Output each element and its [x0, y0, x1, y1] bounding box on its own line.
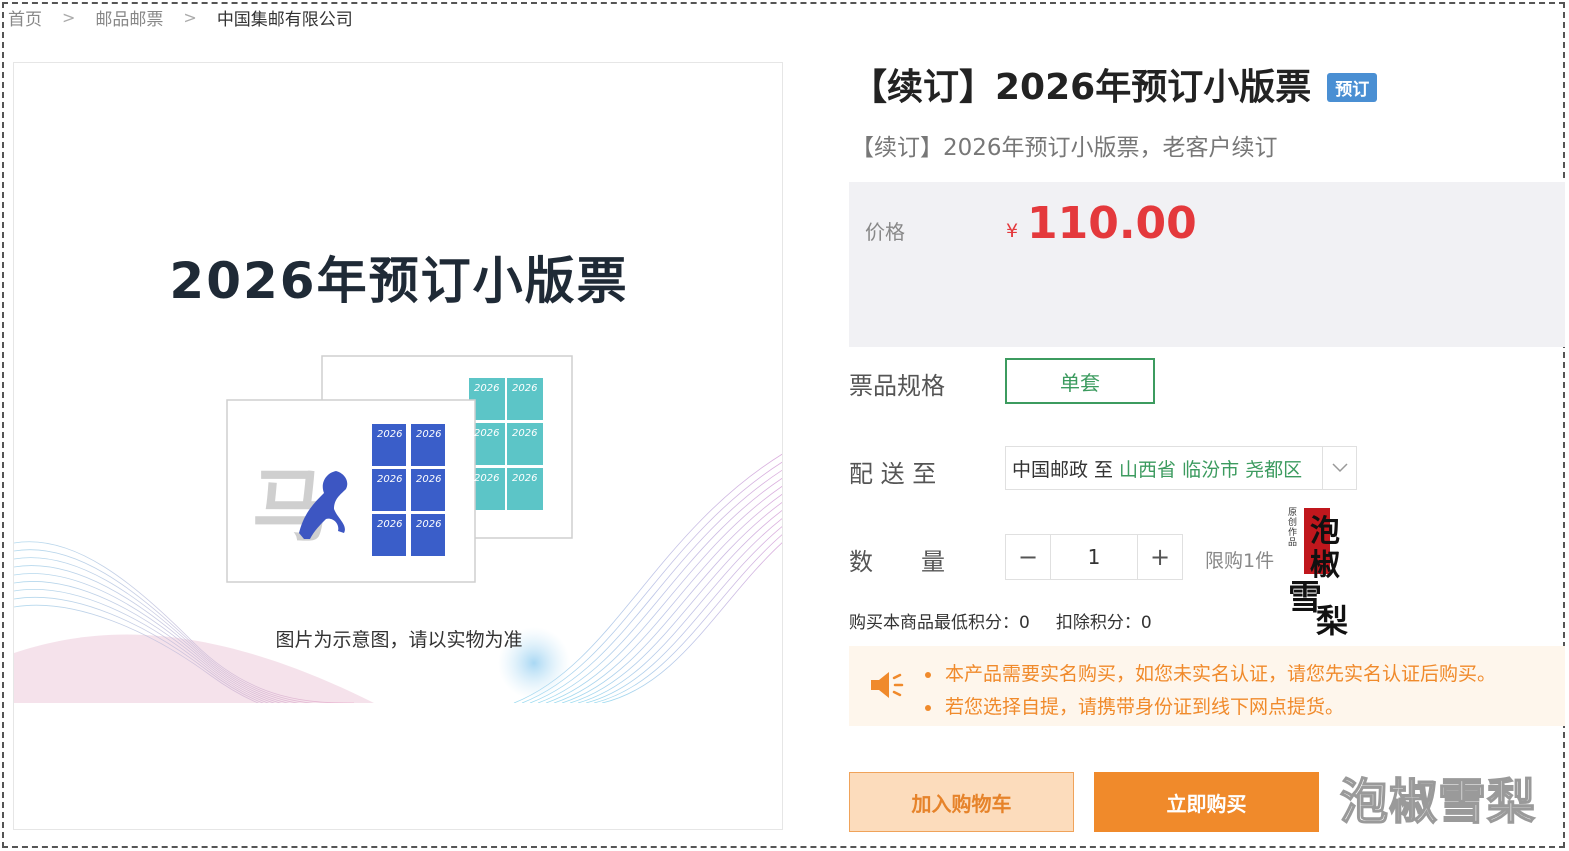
- quantity-decrease-button[interactable]: −: [1005, 534, 1051, 580]
- buy-now-button[interactable]: 立即购买: [1094, 772, 1319, 832]
- svg-text:2026: 2026: [512, 383, 537, 394]
- quantity-label: 数 量: [849, 548, 945, 576]
- product-illustration: 马 2026 2026 2026 2026 2026 2026 2026 202…: [14, 355, 782, 703]
- svg-text:2026: 2026: [416, 429, 441, 440]
- product-subtitle: 【续订】2026年预订小版票，老客户续订: [851, 135, 1278, 161]
- breadcrumb-home-link[interactable]: 首页: [8, 5, 42, 30]
- shipping-carrier: 中国邮政 至: [1012, 458, 1114, 481]
- shipping-destination: 山西省 临汾市 尧都区: [1119, 458, 1303, 481]
- chevron-right-icon: >: [183, 7, 197, 27]
- chevron-down-icon[interactable]: [1322, 447, 1356, 489]
- notice-item: 本产品需要实名购买，如您未实名认证，请您先实名认证后购买。: [923, 658, 1496, 691]
- svg-text:2026: 2026: [377, 519, 402, 530]
- watermark-seal: 原创作品 泡 椒 雪 梨: [1288, 506, 1358, 640]
- speaker-icon: [871, 672, 904, 698]
- notice-item: 若您选择自提，请携带身份证到线下网点提货。: [923, 691, 1496, 724]
- spec-option-single-set[interactable]: 单套: [1005, 358, 1155, 404]
- spec-label: 票品规格: [849, 372, 945, 400]
- currency-symbol: ¥: [1006, 220, 1019, 242]
- breadcrumb: 首页 > 邮品邮票 > 中国集邮有限公司: [8, 5, 353, 30]
- title-row: 【续订】2026年预订小版票 预订: [851, 58, 1378, 110]
- preorder-badge: 预订: [1327, 72, 1378, 102]
- svg-text:2026: 2026: [416, 474, 441, 485]
- notice-list: 本产品需要实名购买，如您未实名认证，请您先实名认证后购买。 若您选择自提，请携带…: [923, 658, 1496, 724]
- add-to-cart-button[interactable]: 加入购物车: [849, 772, 1074, 832]
- quantity-stepper: − 1 +: [1005, 534, 1183, 580]
- quantity-increase-button[interactable]: +: [1137, 534, 1183, 580]
- image-title: 2026年预订小版票: [169, 252, 629, 310]
- min-points: 购买本商品最低积分：0: [849, 613, 1030, 633]
- points-info: 购买本商品最低积分：0 扣除积分：0: [849, 608, 1152, 633]
- svg-text:2026: 2026: [474, 428, 499, 439]
- product-image[interactable]: 马 2026 2026 2026 2026 2026 2026 2026 202…: [13, 62, 783, 830]
- svg-text:2026: 2026: [416, 519, 441, 530]
- image-caption: 图片为示意图，请以实物为准: [275, 629, 523, 651]
- purchase-limit: 限购1件: [1205, 550, 1275, 572]
- shipping-label: 配 送 至: [849, 460, 937, 488]
- svg-text:2026: 2026: [474, 383, 499, 394]
- price-box: 价格 ¥ 110.00: [849, 182, 1565, 347]
- svg-text:2026: 2026: [512, 473, 537, 484]
- price-value: 110.00: [1027, 198, 1197, 249]
- watermark-seal-char: 梨: [1316, 602, 1349, 640]
- svg-text:2026: 2026: [474, 473, 499, 484]
- svg-text:2026: 2026: [377, 429, 402, 440]
- deduct-points: 扣除积分：0: [1055, 613, 1152, 633]
- shipping-address-select[interactable]: 中国邮政 至 山西省 临汾市 尧都区: [1005, 446, 1357, 490]
- svg-text:2026: 2026: [377, 474, 402, 485]
- svg-text:2026: 2026: [512, 428, 537, 439]
- quantity-input[interactable]: 1: [1051, 534, 1137, 580]
- breadcrumb-current: 中国集邮有限公司: [216, 9, 353, 30]
- watermark-seal-small-text: 原创作品: [1288, 508, 1298, 548]
- product-title: 【续订】2026年预订小版票: [851, 67, 1312, 108]
- chevron-right-icon: >: [62, 7, 76, 27]
- breadcrumb-category-link[interactable]: 邮品邮票: [95, 5, 163, 30]
- price-label: 价格: [865, 220, 905, 244]
- product-info: 【续订】2026年预订小版票 预订 【续订】2026年预订小版票，老客户续订 价…: [849, 0, 1565, 851]
- watermark-text: 泡椒雪梨: [1339, 773, 1537, 831]
- notice-box: 本产品需要实名购买，如您未实名认证，请您先实名认证后购买。 若您选择自提，请携带…: [849, 646, 1565, 726]
